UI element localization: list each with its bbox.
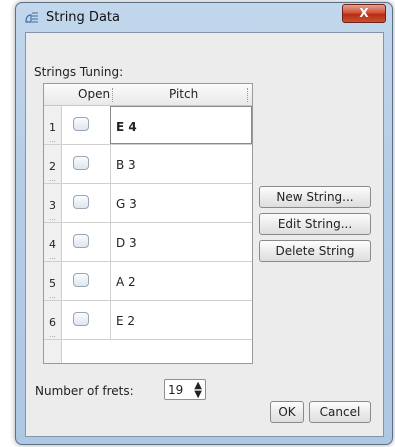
pitch-value: B 3 [116,158,136,172]
strings-table[interactable]: Open Pitch 1 ··· E 4 2 ··· B 3 3 ··· G 3… [43,83,253,364]
open-checkbox[interactable] [73,117,89,131]
frets-value[interactable]: 19 [168,383,183,397]
close-button[interactable]: X [342,4,386,23]
row-number: 2 [49,160,56,173]
string-row[interactable]: 1 ··· E 4 [44,106,252,146]
table-header: Open Pitch [44,84,252,106]
open-checkbox[interactable] [73,312,89,326]
pitch-cell[interactable]: A 2 [110,262,252,300]
pitch-value: G 3 [116,197,137,211]
row-number: 3 [49,199,56,212]
string-row[interactable]: 3 ··· G 3 [44,184,252,224]
pitch-cell[interactable]: D 3 [110,223,252,261]
new-string-button[interactable]: New String... [259,186,371,208]
pitch-cell[interactable]: G 3 [110,184,252,222]
row-resize-handle[interactable]: ··· [49,333,56,341]
pitch-cell[interactable]: E 4 [110,106,252,144]
pitch-cell[interactable]: E 2 [110,301,252,339]
number-of-frets-label: Number of frets: [35,384,134,398]
dialog-body: Strings Tuning: Open Pitch 1 ··· E 4 2 ·… [25,32,384,437]
pitch-value: E 4 [116,120,137,134]
delete-string-button[interactable]: Delete String [259,240,371,262]
pitch-value: E 2 [116,314,136,328]
window-title: String Data [46,10,120,25]
row-number: 1 [49,121,56,134]
column-separator[interactable] [247,88,249,102]
row-number: 6 [49,316,56,329]
column-header-open[interactable]: Open [78,87,110,101]
row-number: 5 [49,277,56,290]
string-data-window: String Data X Strings Tuning: Open Pitch… [15,2,393,445]
pitch-cell[interactable]: B 3 [110,145,252,183]
pitch-value: A 2 [116,275,136,289]
open-checkbox[interactable] [73,273,89,287]
frets-spinner[interactable]: 19 ▲ ▼ [164,379,206,400]
string-row[interactable]: 5 ··· A 2 [44,262,252,302]
string-row[interactable]: 6 ··· E 2 [44,301,252,341]
string-row[interactable]: 4 ··· D 3 [44,223,252,263]
title-bar[interactable]: String Data X [16,3,392,31]
guitar-tuning-icon [25,12,38,23]
cancel-button[interactable]: Cancel [309,401,371,423]
column-header-pitch[interactable]: Pitch [169,87,198,101]
strings-tuning-label: Strings Tuning: [34,65,124,79]
pitch-value: D 3 [116,236,137,250]
column-separator[interactable] [112,88,114,102]
string-row[interactable]: 2 ··· B 3 [44,145,252,185]
open-checkbox[interactable] [73,156,89,170]
open-checkbox[interactable] [73,195,89,209]
ok-button[interactable]: OK [270,401,304,423]
open-checkbox[interactable] [73,234,89,248]
edit-string-button[interactable]: Edit String... [259,213,371,235]
row-number: 4 [49,238,56,251]
up-down-arrows-icon[interactable]: ▲ ▼ [194,381,202,400]
